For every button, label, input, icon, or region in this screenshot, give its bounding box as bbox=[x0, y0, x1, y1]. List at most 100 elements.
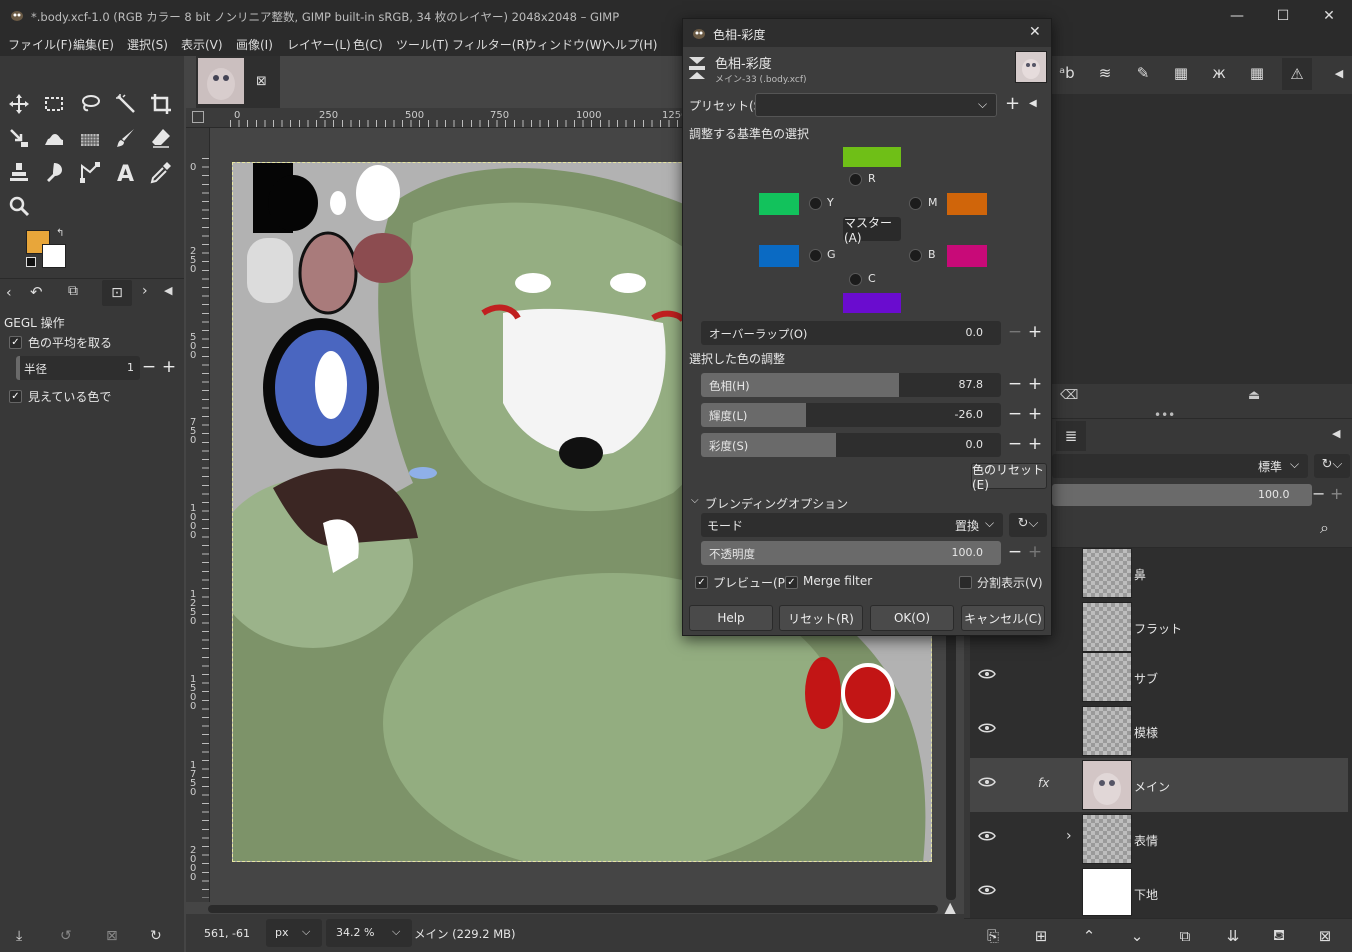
image-tab[interactable]: ⊠ bbox=[196, 56, 280, 108]
brush-icon[interactable]: ✎ bbox=[1130, 60, 1156, 86]
move-icon[interactable] bbox=[3, 88, 35, 120]
menu-tools[interactable]: ツール(T) bbox=[396, 36, 449, 53]
lasso-icon[interactable] bbox=[74, 88, 106, 120]
eraser-icon[interactable] bbox=[145, 122, 177, 154]
new-group-icon[interactable]: ⊞ bbox=[1028, 923, 1054, 949]
average-checkbox[interactable]: ✓ bbox=[9, 336, 22, 349]
background-color[interactable] bbox=[42, 244, 66, 268]
close-window-button[interactable]: ✕ bbox=[1306, 0, 1352, 32]
lightness-increase-button[interactable]: + bbox=[1025, 403, 1045, 427]
gradient-stack-icon[interactable]: ≋ bbox=[1092, 60, 1118, 86]
dock-menu-icon[interactable]: ◀ bbox=[1326, 60, 1352, 86]
chevron-down-icon[interactable]: ⌵ bbox=[691, 495, 699, 506]
cancel-button[interactable]: キャンセル(C) bbox=[961, 605, 1045, 631]
opacity-decrease-button[interactable]: − bbox=[1005, 541, 1025, 565]
raise-layer-icon[interactable]: ⌃ bbox=[1076, 923, 1102, 949]
butterfly-icon[interactable]: ж bbox=[1206, 60, 1232, 86]
undo-history-tab-icon[interactable]: ↶ bbox=[30, 283, 43, 301]
menu-help[interactable]: ヘルプ(H) bbox=[603, 36, 657, 53]
radius-decrease-button[interactable]: − bbox=[139, 356, 159, 380]
close-image-icon[interactable]: ⊠ bbox=[256, 74, 267, 89]
red-radio[interactable] bbox=[849, 173, 862, 186]
blending-section[interactable]: ブレンディングオプション bbox=[705, 495, 848, 512]
lower-layer-icon[interactable]: ⌄ bbox=[1124, 923, 1150, 949]
hue-decrease-button[interactable]: − bbox=[1005, 373, 1025, 397]
tool-options-tab-icon[interactable]: ⊡ bbox=[102, 280, 132, 306]
close-icon[interactable]: ✕ bbox=[1029, 24, 1041, 40]
hue-increase-button[interactable]: + bbox=[1025, 373, 1045, 397]
eye-icon[interactable] bbox=[978, 830, 996, 842]
help-button[interactable]: Help bbox=[689, 605, 773, 631]
text-a-b-icon[interactable]: ᵃb bbox=[1054, 60, 1080, 86]
reset-color-button[interactable]: 色のリセット(E) bbox=[971, 463, 1047, 492]
merge-down-icon[interactable]: ⇊ bbox=[1220, 923, 1246, 949]
default-colors-icon[interactable] bbox=[26, 257, 36, 267]
filter-icon[interactable]: ⏏ bbox=[1248, 388, 1260, 403]
warning-icon[interactable]: ⚠ bbox=[1282, 58, 1312, 90]
scale-icon[interactable] bbox=[3, 122, 35, 154]
new-layer-icon[interactable]: ⎘ bbox=[980, 923, 1006, 949]
opacity-slider[interactable]: 不透明度 100.0 bbox=[701, 541, 1001, 565]
preset-menu-icon[interactable]: ◀ bbox=[1029, 98, 1037, 109]
menu-layer[interactable]: レイヤー(L) bbox=[287, 36, 351, 53]
maximize-button[interactable]: ☐ bbox=[1260, 0, 1306, 32]
layer-row-selected[interactable]: fx メイン bbox=[970, 758, 1348, 812]
sample-visible-checkbox[interactable]: ✓ bbox=[9, 390, 22, 403]
saturation-increase-button[interactable]: + bbox=[1025, 433, 1045, 457]
search-icon[interactable]: ⌕ bbox=[1320, 518, 1329, 538]
radius-spinner[interactable]: 半径 1 bbox=[16, 356, 140, 380]
menu-file[interactable]: ファイル(F) bbox=[8, 36, 72, 53]
menu-colors[interactable]: 色(C) bbox=[353, 36, 383, 53]
overlap-slider[interactable]: オーバーラップ(O) 0.0 bbox=[701, 321, 1001, 345]
lightness-slider[interactable]: 輝度(L) -26.0 bbox=[701, 403, 1001, 427]
preset-combo[interactable]: ⌵ bbox=[755, 93, 997, 117]
saturation-slider[interactable]: 彩度(S) 0.0 bbox=[701, 433, 1001, 457]
opacity-increase-button[interactable]: + bbox=[1025, 541, 1045, 565]
warp-icon[interactable] bbox=[38, 122, 70, 154]
radius-increase-button[interactable]: + bbox=[159, 356, 179, 380]
dock-menu-icon[interactable]: ◀ bbox=[1332, 427, 1340, 440]
eye-icon[interactable] bbox=[978, 668, 996, 680]
zoom-icon[interactable] bbox=[3, 190, 35, 222]
layer-opacity-spinner[interactable]: 100.0 bbox=[1052, 484, 1312, 506]
reset-button[interactable]: リセット(R) bbox=[779, 605, 863, 631]
path-icon[interactable] bbox=[74, 156, 106, 188]
menu-windows[interactable]: ウィンドウ(W) bbox=[525, 36, 606, 53]
layers-tab-icon[interactable]: ≣ bbox=[1056, 421, 1086, 451]
restore-tool-preset-icon[interactable]: ↺ bbox=[60, 928, 72, 944]
overlap-increase-button[interactable]: + bbox=[1025, 321, 1045, 345]
green-radio[interactable] bbox=[809, 249, 822, 262]
delete-tool-preset-icon[interactable]: ⊠ bbox=[106, 928, 118, 944]
layer-composite-button[interactable]: ↻⌵ bbox=[1314, 454, 1350, 478]
cyan-radio[interactable] bbox=[849, 273, 862, 286]
dock-menu-icon[interactable]: ◀ bbox=[164, 284, 172, 297]
saturation-decrease-button[interactable]: − bbox=[1005, 433, 1025, 457]
overlap-decrease-button[interactable]: − bbox=[1005, 321, 1025, 345]
preview-checkbox[interactable]: ✓ bbox=[695, 576, 708, 589]
menu-image[interactable]: 画像(I) bbox=[236, 36, 273, 53]
merge-filter-checkbox[interactable]: ✓ bbox=[785, 576, 798, 589]
add-preset-icon[interactable]: + bbox=[1005, 93, 1020, 114]
blend-mode-select[interactable]: モード 置換 ⌵ bbox=[701, 513, 1003, 537]
eye-icon[interactable] bbox=[978, 776, 996, 788]
menu-filters[interactable]: フィルター(R) bbox=[452, 36, 529, 53]
text-icon[interactable]: A bbox=[110, 156, 142, 188]
mask-icon[interactable]: ⛾ bbox=[1266, 923, 1292, 949]
opacity-decrease-button[interactable]: − bbox=[1312, 484, 1325, 503]
layer-mode-select[interactable]: 標準 ⌵ bbox=[1052, 454, 1308, 478]
layer-row[interactable]: 下地 bbox=[970, 866, 1348, 920]
fx-icon[interactable]: fx bbox=[1038, 776, 1049, 790]
minimize-button[interactable]: — bbox=[1214, 0, 1260, 32]
clone-icon[interactable] bbox=[3, 156, 35, 188]
ok-button[interactable]: OK(O) bbox=[870, 605, 954, 631]
lightness-decrease-button[interactable]: − bbox=[1005, 403, 1025, 427]
blue-radio[interactable] bbox=[909, 249, 922, 262]
device-status-tab-icon[interactable]: ⧉ bbox=[68, 283, 78, 299]
swap-colors-icon[interactable]: ↰ bbox=[56, 228, 64, 239]
delete-layer-icon[interactable]: ⊠ bbox=[1312, 923, 1338, 949]
horizontal-scrollbar[interactable] bbox=[208, 905, 938, 913]
smudge-icon[interactable] bbox=[38, 156, 70, 188]
save-tool-preset-icon[interactable]: ⤓ bbox=[16, 928, 22, 944]
menu-edit[interactable]: 編集(E) bbox=[73, 36, 114, 53]
layer-row[interactable]: 模様 bbox=[970, 704, 1348, 758]
